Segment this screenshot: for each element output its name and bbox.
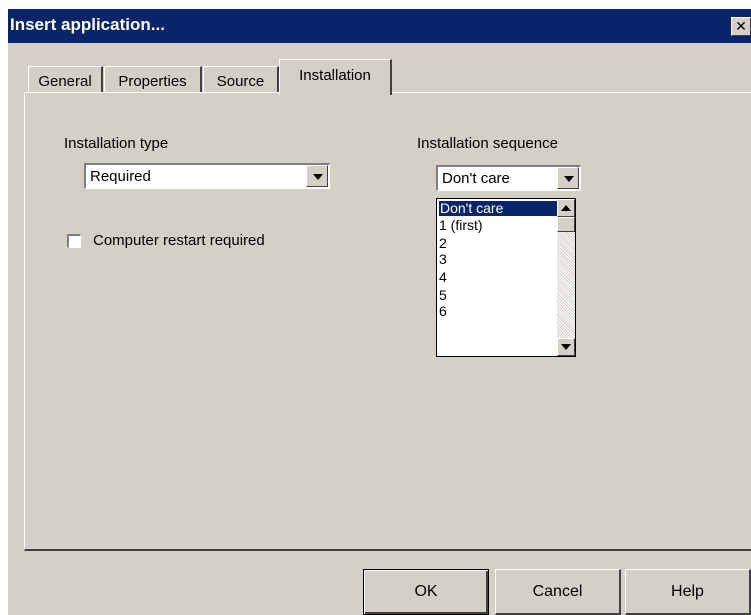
installation-type-dropdown-button[interactable] <box>306 165 328 187</box>
scroll-down-button[interactable] <box>557 338 575 356</box>
installation-sequence-dropdown[interactable]: Don't care <box>436 165 581 191</box>
list-item[interactable]: 6 <box>439 304 447 319</box>
list-scrollbar[interactable] <box>557 199 575 356</box>
chevron-down-icon <box>313 174 323 180</box>
scroll-up-button[interactable] <box>557 199 575 217</box>
title-bar[interactable]: Insert application... ✕ <box>8 9 751 43</box>
installation-sequence-list[interactable]: Don't care 1 (first) 2 3 4 5 6 <box>436 198 576 357</box>
tab-label: Installation <box>299 67 371 84</box>
arrow-up-icon <box>561 205 571 211</box>
ok-button[interactable]: OK <box>363 569 489 615</box>
installation-sequence-label: Installation sequence <box>417 135 558 152</box>
close-button[interactable]: ✕ <box>731 17 751 36</box>
dialog-title: Insert application... <box>10 15 165 34</box>
tab-label: General <box>38 73 92 90</box>
tab-label: Properties <box>118 73 187 90</box>
installation-type-value: Required <box>90 168 151 185</box>
tab-source[interactable]: Source <box>203 66 279 92</box>
installation-sequence-value: Don't care <box>442 170 510 187</box>
scroll-thumb[interactable] <box>557 217 575 232</box>
list-item[interactable]: 4 <box>439 270 447 285</box>
insert-application-dialog: Insert application... ✕ General Properti… <box>8 9 751 615</box>
installation-type-label: Installation type <box>64 135 169 152</box>
close-icon: ✕ <box>735 18 747 34</box>
computer-restart-label[interactable]: Computer restart required <box>93 232 265 249</box>
arrow-down-icon <box>561 344 571 350</box>
help-button[interactable]: Help <box>625 569 751 615</box>
list-item[interactable]: 1 (first) <box>439 218 483 233</box>
tab-general[interactable]: General <box>28 66 103 92</box>
installation-tab-panel <box>24 92 751 551</box>
list-item[interactable]: 5 <box>439 288 447 303</box>
list-item[interactable]: Don't care <box>439 201 558 216</box>
tab-installation[interactable]: Installation <box>279 59 392 95</box>
chevron-down-icon <box>564 176 574 182</box>
computer-restart-checkbox[interactable] <box>67 234 81 248</box>
tab-properties[interactable]: Properties <box>104 66 202 92</box>
installation-type-dropdown[interactable]: Required <box>84 163 330 189</box>
list-item[interactable]: 3 <box>439 252 447 267</box>
installation-sequence-dropdown-button[interactable] <box>557 167 579 189</box>
cancel-button[interactable]: Cancel <box>495 569 621 615</box>
tab-label: Source <box>216 73 265 90</box>
list-item[interactable]: 2 <box>439 236 447 251</box>
